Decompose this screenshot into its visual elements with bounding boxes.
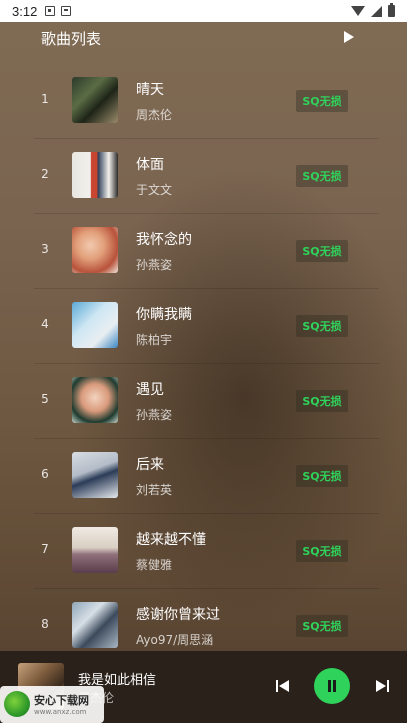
song-artist: 于文文 [136, 183, 173, 197]
page-title: 歌曲列表 [41, 30, 102, 48]
watermark-badge: 安心下载网 www.anxz.com [0, 686, 104, 723]
album-cover [72, 302, 118, 348]
notification-a-icon [45, 6, 56, 16]
song-index: 3 [41, 242, 49, 256]
song-artist: 周杰伦 [136, 108, 173, 122]
song-index: 8 [41, 617, 49, 631]
album-cover [72, 527, 118, 573]
status-bar: 3:12 [0, 0, 407, 22]
album-cover [72, 452, 118, 498]
song-row[interactable]: 4 你瞒我瞒 陈柏宇 SQ无损 [0, 289, 407, 364]
watermark-name: 安心下载网 [34, 694, 89, 707]
song-artist: 蔡健雅 [136, 558, 173, 572]
song-title: 你瞒我瞒 [136, 307, 192, 323]
song-artist: 刘若英 [136, 483, 173, 497]
song-title: 感谢你曾来过 [136, 607, 220, 623]
song-artist: 孙燕姿 [136, 408, 173, 422]
album-cover [72, 77, 118, 123]
song-row[interactable]: 2 体面 于文文 SQ无损 [0, 139, 407, 214]
song-title: 体面 [136, 157, 164, 173]
status-right [351, 3, 395, 17]
song-index: 7 [41, 542, 49, 556]
song-index: 6 [41, 467, 49, 481]
quality-badge: SQ无损 [296, 315, 348, 337]
song-row[interactable]: 6 后来 刘若英 SQ无损 [0, 439, 407, 514]
notification-card-icon [61, 6, 72, 16]
album-cover [72, 152, 118, 198]
watermark-logo-icon [4, 691, 30, 717]
song-index: 5 [41, 392, 49, 406]
next-track-icon[interactable] [376, 679, 390, 693]
song-index: 2 [41, 167, 49, 181]
song-index: 1 [41, 92, 49, 106]
album-cover [72, 227, 118, 273]
album-cover [72, 377, 118, 423]
song-title: 晴天 [136, 82, 164, 98]
status-time: 3:12 [12, 3, 38, 19]
song-title: 遇见 [136, 382, 164, 398]
list-header: 歌曲列表 [0, 22, 407, 58]
quality-badge: SQ无损 [296, 540, 348, 562]
song-title: 我怀念的 [136, 232, 192, 248]
pause-button[interactable] [314, 668, 350, 704]
quality-badge: SQ无损 [296, 615, 348, 637]
song-index: 4 [41, 317, 49, 331]
album-cover [72, 602, 118, 648]
watermark-url: www.anxz.com [34, 708, 87, 716]
song-artist: Ayo97/周思涵 [136, 633, 214, 647]
quality-badge: SQ无损 [296, 165, 348, 187]
wifi-icon [351, 6, 365, 16]
previous-track-icon[interactable] [276, 679, 290, 693]
song-artist: 陈柏宇 [136, 333, 173, 347]
signal-icon [371, 5, 382, 17]
song-title: 越来越不懂 [136, 532, 206, 548]
song-row[interactable]: 1 晴天 周杰伦 SQ无损 [0, 64, 407, 139]
quality-badge: SQ无损 [296, 240, 348, 262]
quality-badge: SQ无损 [296, 465, 348, 487]
song-row[interactable]: 3 我怀念的 孙燕姿 SQ无损 [0, 214, 407, 289]
quality-badge: SQ无损 [296, 390, 348, 412]
battery-icon [388, 3, 395, 17]
song-row[interactable]: 7 越来越不懂 蔡健雅 SQ无损 [0, 514, 407, 589]
play-icon[interactable] [344, 31, 354, 43]
quality-badge: SQ无损 [296, 90, 348, 112]
song-row[interactable]: 5 遇见 孙燕姿 SQ无损 [0, 364, 407, 439]
song-title: 后来 [136, 457, 164, 473]
song-artist: 孙燕姿 [136, 258, 173, 272]
